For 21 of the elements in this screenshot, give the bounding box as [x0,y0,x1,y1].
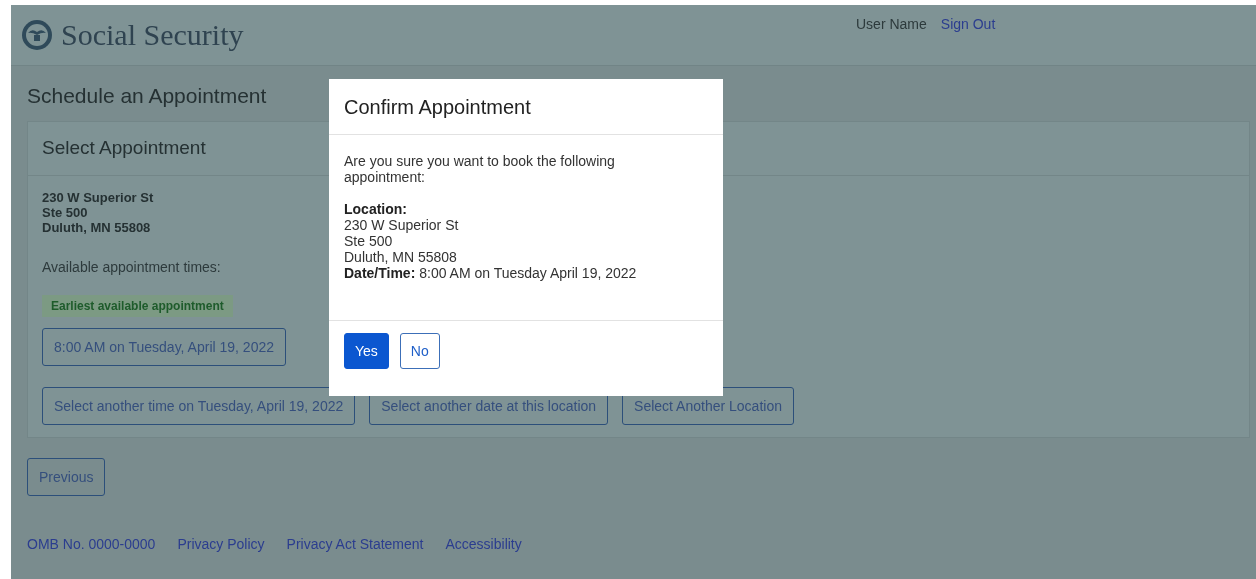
earliest-badge: Earliest available appointment [42,295,233,317]
site-title: Social Security [61,18,244,52]
dialog-title: Confirm Appointment [344,96,532,119]
footer-link[interactable]: Privacy Act Statement [286,536,424,552]
address-text: 230 W Superior St Ste 500 Duluth, MN 55808 [42,190,154,235]
no-button[interactable]: No [399,333,440,369]
sign-out-link[interactable]: Sign Out [940,16,996,32]
footer-link[interactable]: Accessibility [445,536,522,552]
footer-link[interactable]: OMB No. 0000-0000 [27,536,156,552]
seal-logo-icon [21,19,53,51]
user-name: User Name [856,16,927,32]
action-button[interactable]: Select another time on Tuesday, April 19, 2022 [42,387,356,425]
previous-button[interactable]: Previous [27,458,106,496]
times-label: Available appointment times: [42,259,221,275]
dialog-question: Are you sure you want to book the following appointment: [344,153,616,185]
time-slot-button[interactable]: 8:00 AM on Tuesday, April 19, 2022 [42,328,286,366]
card-title: Select Appointment [42,137,206,159]
page-title: Schedule an Appointment [27,83,267,109]
appointment-details: Location: 230 W Superior St Ste 500 Duluth, MN 55808 Date/Time: 8:00 AM on Tuesday April 19, 2022 [344,201,638,281]
footer-link[interactable]: Privacy Policy [177,536,265,552]
yes-button[interactable]: Yes [344,333,389,369]
